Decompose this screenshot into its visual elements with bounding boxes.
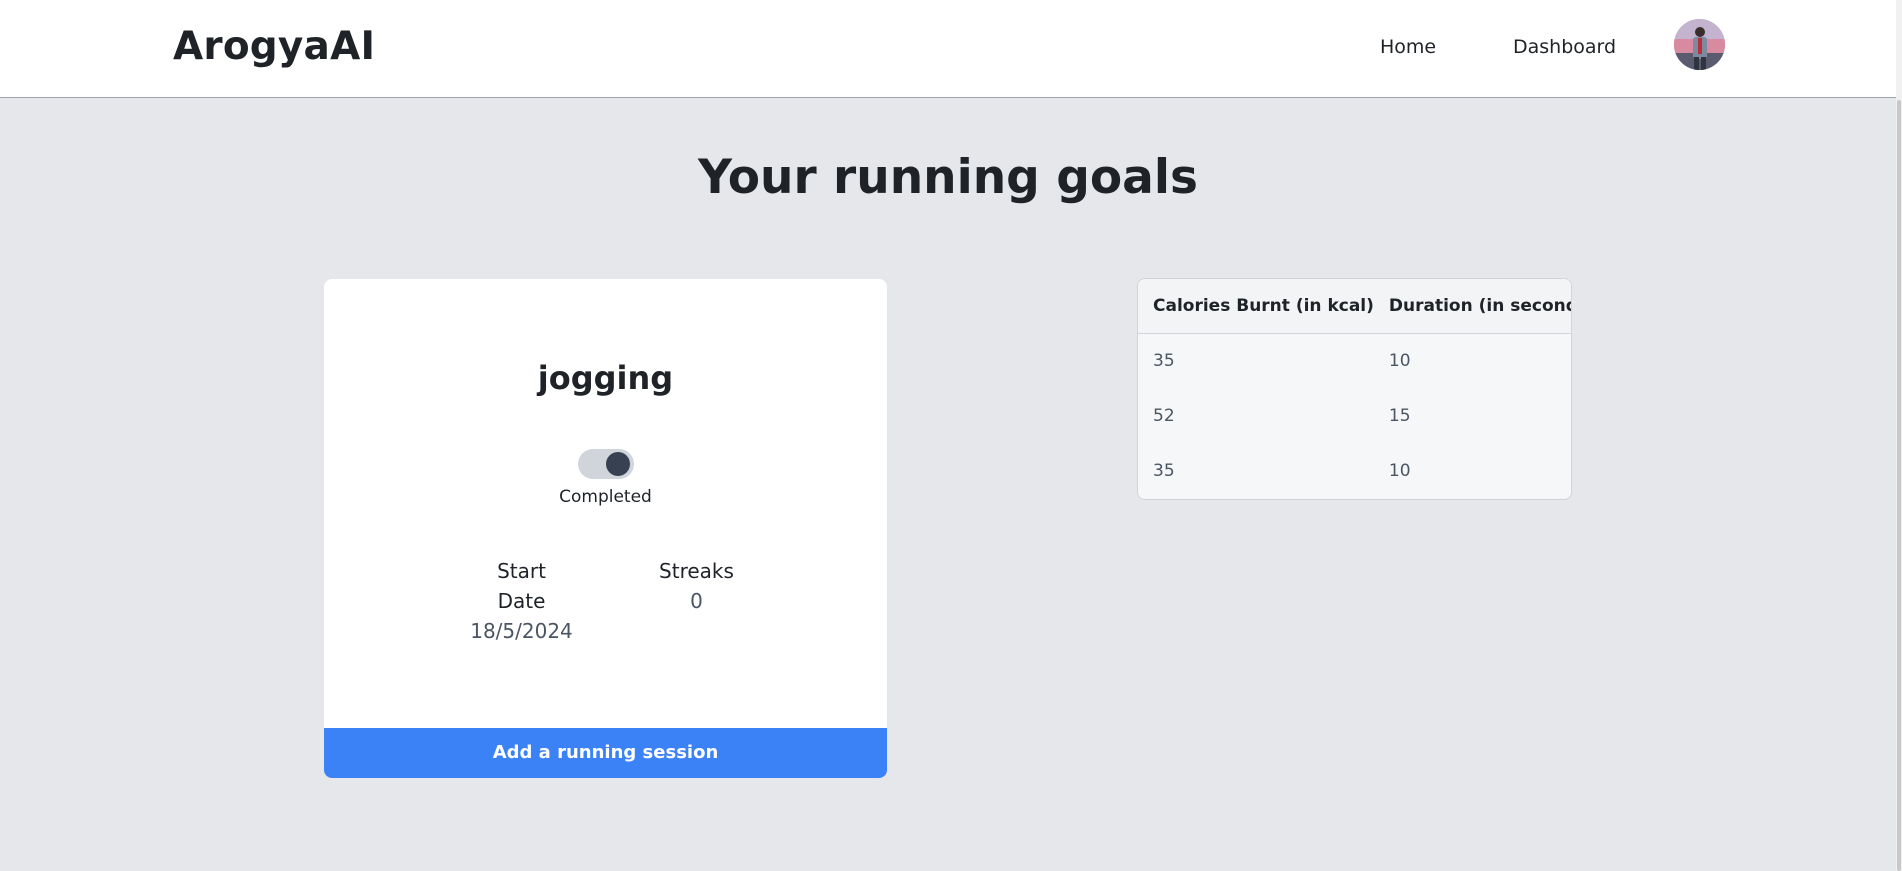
navbar: ArogyaAI Home Dashboard xyxy=(0,0,1896,98)
goal-card: jogging Completed Start Date 18/5/2024 S… xyxy=(324,279,887,778)
calories-cell: 52 xyxy=(1138,388,1374,443)
toggle-knob xyxy=(606,452,630,476)
nav-link-dashboard[interactable]: Dashboard xyxy=(1513,36,1616,58)
completed-label: Completed xyxy=(559,487,652,507)
streaks-value: 0 xyxy=(690,589,703,613)
calories-cell: 35 xyxy=(1138,443,1374,498)
table-row: 35 10 xyxy=(1138,333,1571,388)
avatar-image xyxy=(1674,19,1725,70)
table-row: 35 10 xyxy=(1138,443,1571,498)
sessions-table: Calories Burnt (in kcal) Duration (in se… xyxy=(1137,278,1572,500)
page-title: Your running goals xyxy=(698,150,1198,205)
streaks-label: Streaks xyxy=(659,559,734,583)
streaks-stat: Streaks 0 xyxy=(639,556,754,616)
nav-link-home[interactable]: Home xyxy=(1380,36,1436,58)
goal-name: jogging xyxy=(537,359,674,397)
calories-cell: 35 xyxy=(1138,333,1374,388)
column-header-duration: Duration (in seconds) xyxy=(1373,279,1571,334)
table-row: 52 15 xyxy=(1138,388,1571,443)
start-date-value: 18/5/2024 xyxy=(470,619,573,643)
duration-cell: 10 xyxy=(1373,333,1571,388)
user-avatar-icon[interactable] xyxy=(1674,19,1725,70)
completed-toggle[interactable] xyxy=(578,449,634,479)
scrollbar-thumb[interactable] xyxy=(1897,100,1901,871)
start-date-stat: Start Date 18/5/2024 xyxy=(464,556,579,646)
add-running-session-button[interactable]: Add a running session xyxy=(324,728,887,778)
start-date-label-line1: Start xyxy=(497,559,546,583)
table-header-row: Calories Burnt (in kcal) Duration (in se… xyxy=(1138,279,1571,334)
duration-cell: 15 xyxy=(1373,388,1571,443)
duration-cell: 10 xyxy=(1373,443,1571,498)
brand-logo[interactable]: ArogyaAI xyxy=(173,24,375,69)
column-header-calories: Calories Burnt (in kcal) xyxy=(1138,279,1374,334)
start-date-label-line2: Date xyxy=(497,589,546,613)
